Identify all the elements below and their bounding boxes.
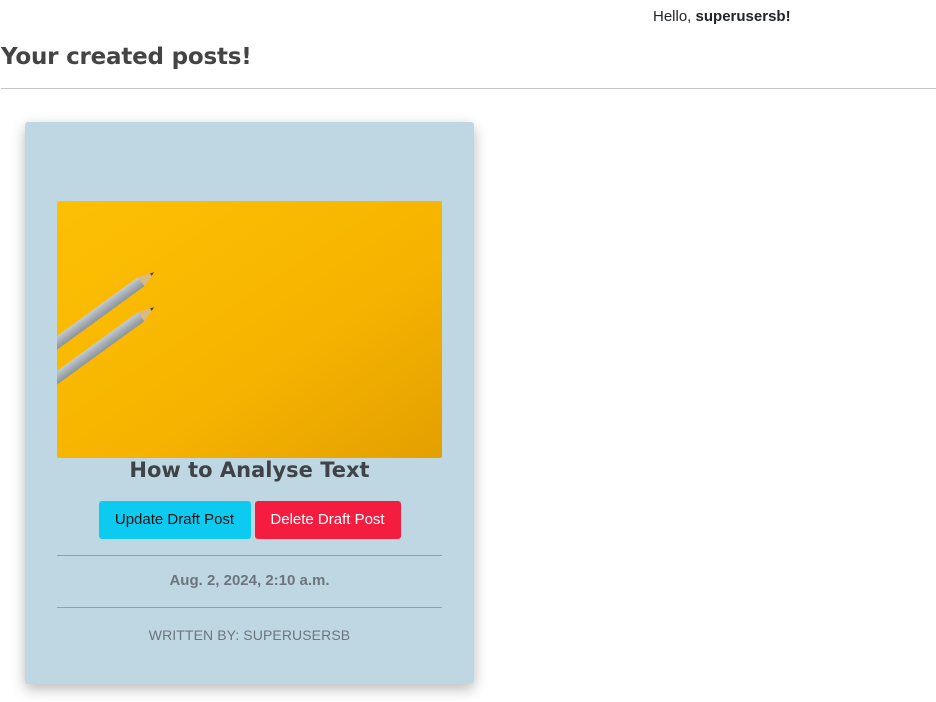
title-divider — [1, 88, 936, 89]
post-card: How to Analyse Text Update Draft Post De… — [25, 122, 474, 684]
greeting-prefix: Hello, — [653, 8, 692, 25]
post-title[interactable]: How to Analyse Text — [25, 458, 474, 482]
pencils-image — [57, 201, 442, 458]
page: Hello, superusersb! Your created posts! — [0, 0, 936, 702]
greeting-username: superusersb! — [695, 8, 791, 25]
user-greeting: Hello, superusersb! — [653, 8, 791, 25]
post-actions: Update Draft Post Delete Draft Post — [25, 501, 474, 539]
card-divider — [57, 607, 442, 608]
delete-draft-button[interactable]: Delete Draft Post — [254, 501, 401, 539]
update-draft-button[interactable]: Update Draft Post — [98, 501, 251, 539]
card-divider — [57, 555, 442, 556]
post-date: Aug. 2, 2024, 2:10 a.m. — [169, 572, 330, 589]
page-title: Your created posts! — [1, 44, 252, 70]
post-image[interactable] — [57, 201, 442, 458]
post-author: WRITTEN BY: SUPERUSERSB — [148, 627, 351, 643]
